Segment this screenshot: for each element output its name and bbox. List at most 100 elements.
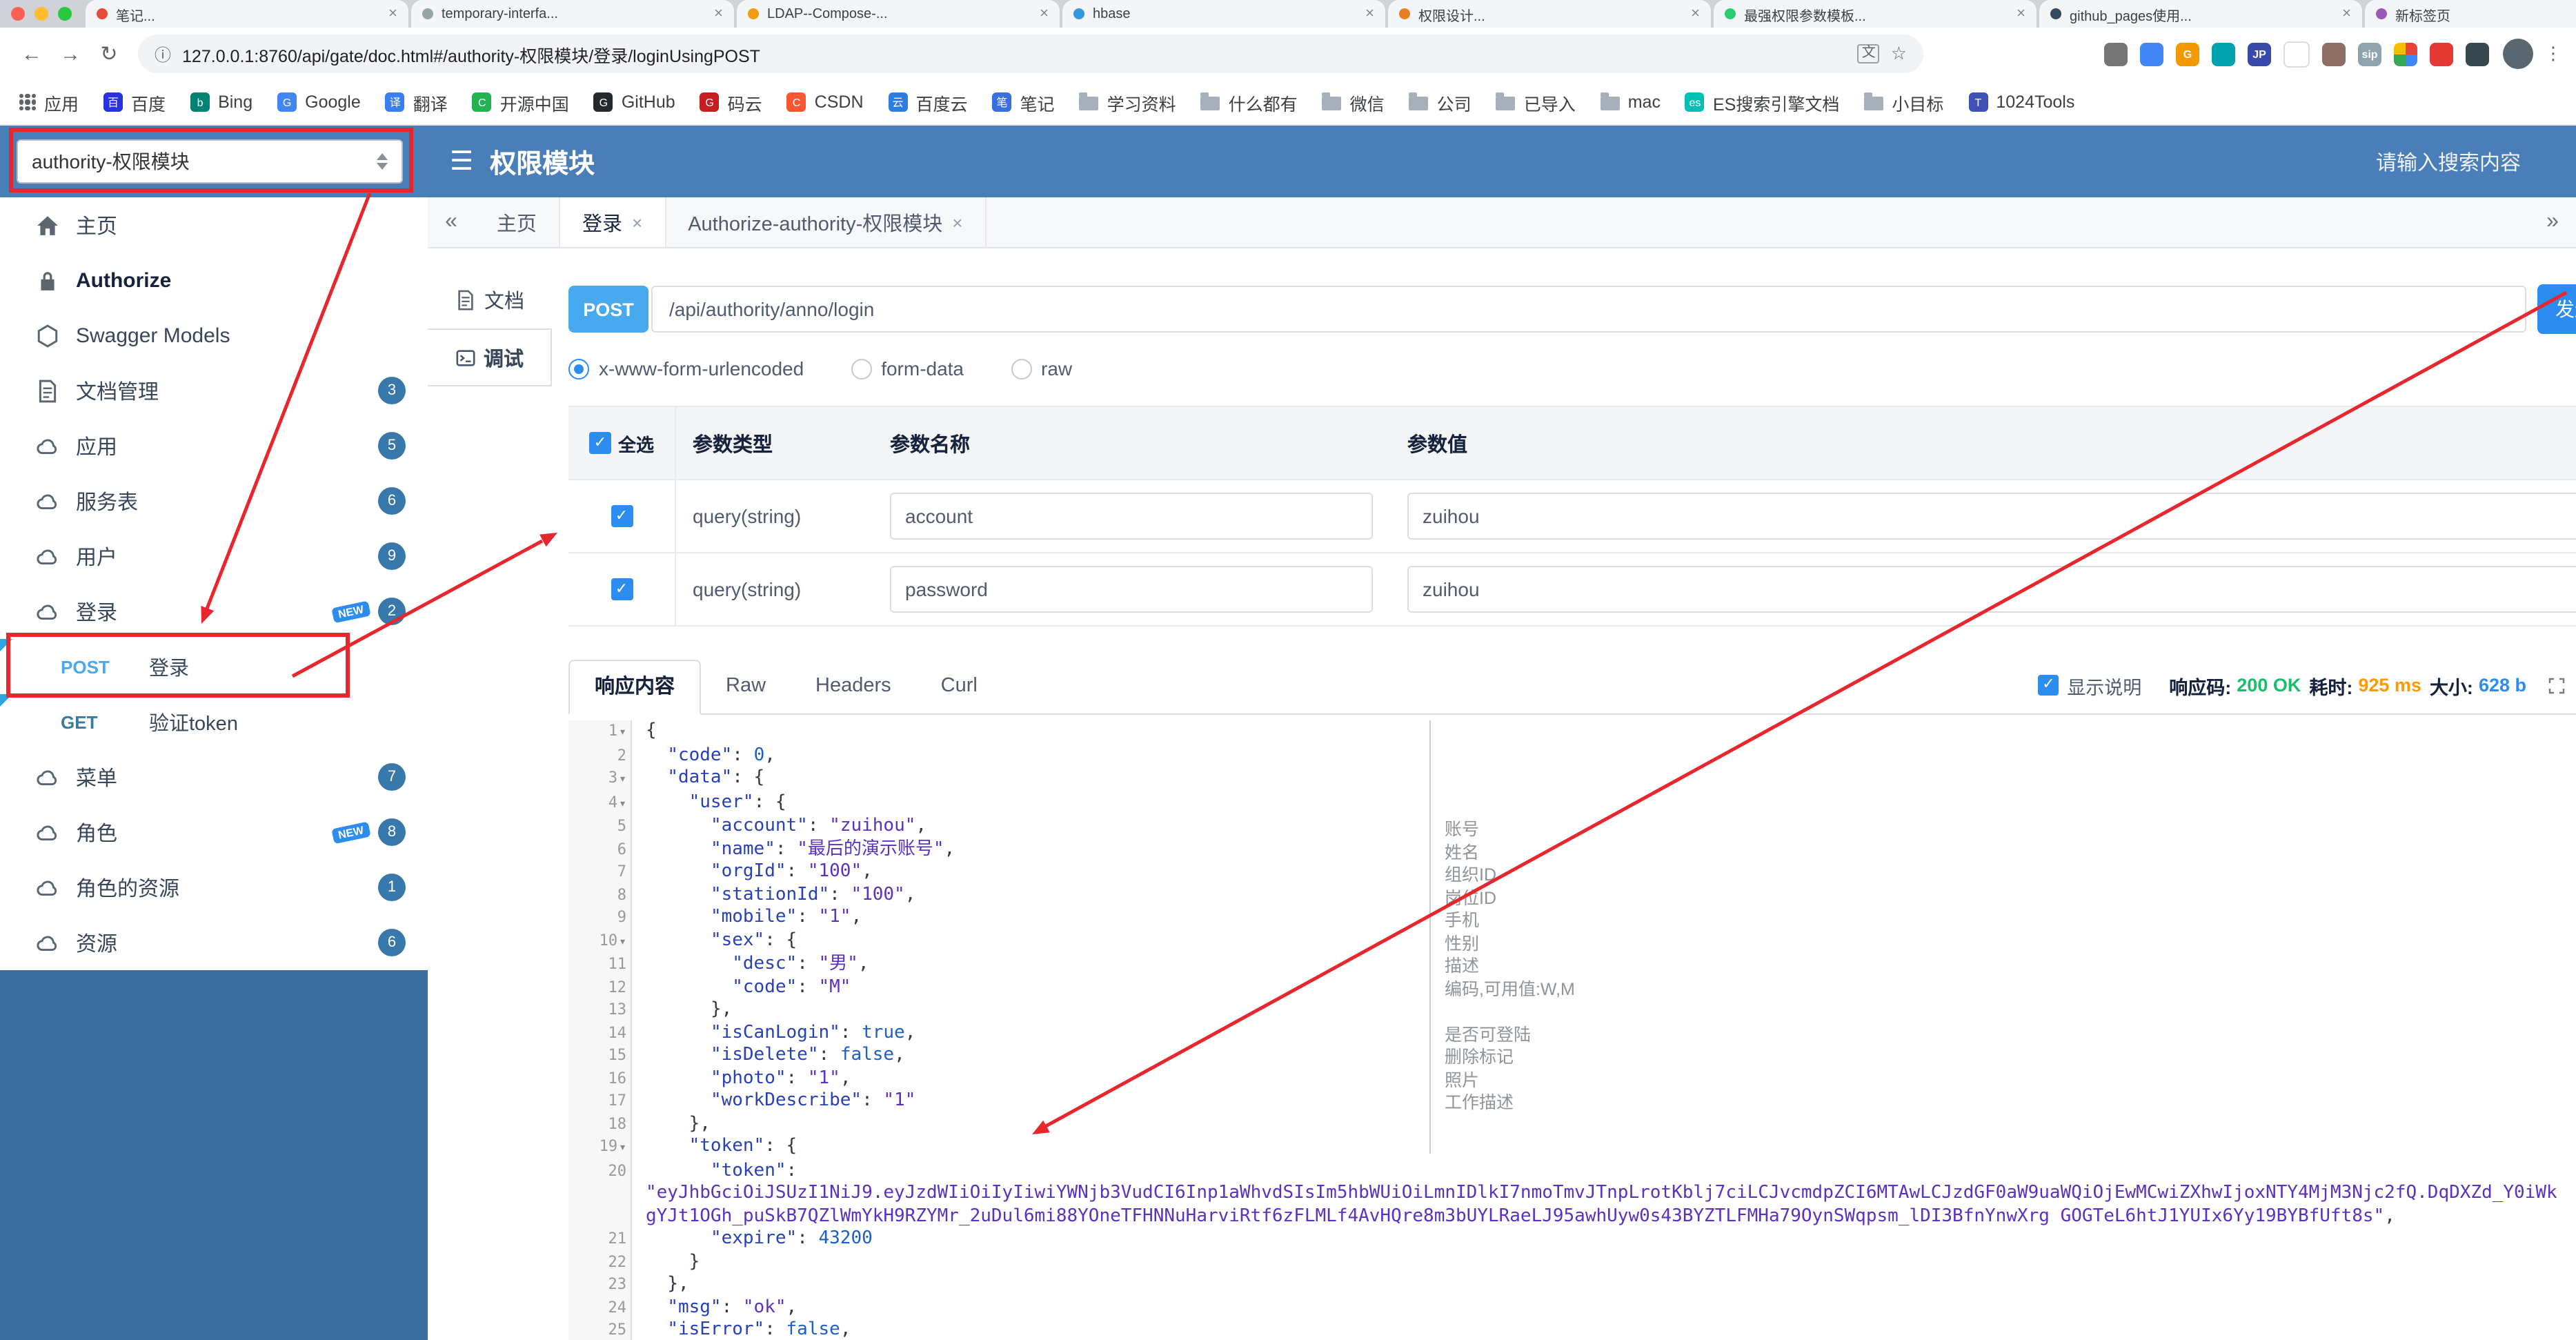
fold-caret-icon[interactable]: ▾: [619, 935, 626, 949]
tab-close-icon[interactable]: ×: [2017, 6, 2025, 22]
ext-ring-icon[interactable]: [2283, 41, 2310, 67]
rail-item-debug[interactable]: 调试: [428, 328, 552, 386]
menu-toggle-icon[interactable]: ☰: [450, 146, 473, 177]
bookmark-item[interactable]: b Bing: [190, 92, 252, 112]
ext-sip-icon[interactable]: sip: [2358, 42, 2381, 66]
radio-icon[interactable]: [1011, 358, 1032, 379]
radio-icon[interactable]: [851, 358, 872, 379]
bookmark-item[interactable]: G 码云: [700, 89, 762, 115]
address-bar[interactable]: ⓘ 127.0.0.1:8760/api/gate/doc.html#/auth…: [138, 35, 1923, 73]
bookmark-star-icon[interactable]: ☆: [1891, 43, 1907, 65]
tab-close-icon[interactable]: ×: [1040, 6, 1049, 22]
bookmark-item[interactable]: C CSDN: [786, 92, 864, 112]
sidebar-item[interactable]: 服务表 6: [0, 473, 428, 529]
tab-close-icon[interactable]: ×: [632, 212, 642, 233]
param-value-input[interactable]: [1407, 566, 2576, 613]
back-button[interactable]: ←: [14, 42, 50, 66]
tab-close-icon[interactable]: ×: [2342, 6, 2351, 22]
fold-caret-icon[interactable]: ▾: [619, 773, 626, 787]
tab-close-icon[interactable]: ×: [714, 6, 723, 22]
browser-tab[interactable]: hbase ×: [1062, 0, 1385, 28]
bookmark-item[interactable]: C 开源中国: [472, 89, 569, 115]
sidebar-item[interactable]: 角色的资源 1: [0, 860, 428, 915]
browser-menu-icon[interactable]: ⋮: [2544, 43, 2562, 65]
ext-red-ext-icon[interactable]: [2430, 42, 2453, 66]
ext-screenshot-icon[interactable]: [2104, 42, 2128, 66]
tab-close-icon[interactable]: ×: [952, 212, 962, 233]
site-info-icon[interactable]: ⓘ: [155, 42, 171, 66]
sidebar-item[interactable]: 应用 5: [0, 418, 428, 473]
ext-duck-icon[interactable]: [2212, 42, 2235, 66]
bookmark-item[interactable]: 笔笔记: [992, 89, 1055, 115]
header-search[interactable]: 请输入搜索内容: [2376, 147, 2521, 176]
bookmark-item[interactable]: es ES搜索引擎文档: [1685, 89, 1839, 115]
collapse-tabs-icon[interactable]: «: [428, 210, 475, 235]
bookmark-item[interactable]: 什么都有: [1200, 89, 1298, 115]
ext-dark-grid-icon[interactable]: [2466, 42, 2489, 66]
bookmark-item[interactable]: G Google: [277, 92, 361, 112]
sidebar-item[interactable]: 用户 9: [0, 529, 428, 584]
doc-tab[interactable]: 登录 ×: [560, 197, 666, 247]
bookmark-item[interactable]: T 1024Tools: [1968, 92, 2074, 112]
fold-caret-icon[interactable]: ▾: [619, 726, 626, 740]
response-tab[interactable]: Raw: [701, 658, 791, 713]
tab-close-icon[interactable]: ×: [1691, 6, 1700, 22]
sidebar-item[interactable]: 登录 NEW 2: [0, 584, 428, 639]
bookmark-item[interactable]: 译翻译: [385, 89, 448, 115]
browser-tab[interactable]: 笔记... ×: [86, 0, 408, 28]
doc-tab[interactable]: 主页: [475, 197, 560, 247]
sidebar-endpoint-get[interactable]: GET 验证token: [0, 694, 428, 749]
reload-button[interactable]: ↻: [91, 41, 127, 66]
radio-icon[interactable]: [568, 358, 589, 379]
bookmark-item[interactable]: 小目标: [1864, 89, 1943, 115]
expand-tabs-icon[interactable]: »: [2529, 210, 2576, 235]
bookmark-item[interactable]: mac: [1600, 92, 1661, 112]
browser-tab[interactable]: 权限设计... ×: [1388, 0, 1711, 28]
window-controls[interactable]: [11, 0, 72, 28]
sidebar-item[interactable]: 资源 6: [0, 915, 428, 970]
fold-caret-icon[interactable]: ▾: [619, 797, 626, 811]
sidebar-item[interactable]: Swagger Models: [0, 308, 428, 363]
ext-pinwheel-icon[interactable]: [2394, 42, 2417, 66]
close-window-icon[interactable]: [11, 7, 25, 21]
row-checkbox[interactable]: ✓: [611, 505, 633, 527]
response-tab[interactable]: Headers: [791, 658, 916, 713]
browser-tab[interactable]: 新标签页×: [2365, 0, 2576, 28]
row-checkbox[interactable]: ✓: [611, 578, 633, 600]
ext-jp-badge-icon[interactable]: JP: [2248, 42, 2271, 66]
bookmark-item[interactable]: G GitHub: [593, 92, 675, 112]
browser-tab[interactable]: 最强权限参数模板... ×: [1714, 0, 2037, 28]
response-tab[interactable]: Curl: [916, 658, 1002, 713]
bookmark-item[interactable]: 公司: [1409, 89, 1472, 115]
sidebar-item[interactable]: Authorize: [0, 253, 428, 308]
browser-tab[interactable]: temporary-interfa... ×: [411, 0, 734, 28]
param-name-input[interactable]: [890, 566, 1373, 613]
bookmark-item[interactable]: 云百度云: [888, 89, 968, 115]
request-path-input[interactable]: [651, 286, 2526, 333]
bookmark-item[interactable]: 微信: [1322, 89, 1385, 115]
select-all-checkbox[interactable]: ✓: [588, 432, 611, 454]
minimize-window-icon[interactable]: [34, 7, 48, 21]
sidebar-item[interactable]: 菜单 7: [0, 749, 428, 805]
content-type-option[interactable]: raw: [1011, 357, 1072, 380]
content-type-option[interactable]: x-www-form-urlencoded: [568, 357, 804, 380]
sidebar-item[interactable]: 文档管理 3: [0, 363, 428, 418]
param-name-input[interactable]: [890, 493, 1373, 540]
fullscreen-icon[interactable]: [2548, 677, 2565, 693]
tab-close-icon[interactable]: ×: [388, 6, 397, 22]
ext-shield-icon[interactable]: [2322, 42, 2346, 66]
sidebar-endpoint-post[interactable]: POST 登录: [0, 639, 428, 694]
tab-close-icon[interactable]: ×: [1365, 6, 1374, 22]
bookmark-item[interactable]: 百百度: [103, 89, 166, 115]
bookmark-item[interactable]: 应用: [19, 89, 79, 115]
ext-notes-icon[interactable]: [2140, 42, 2163, 66]
bookmark-item[interactable]: 已导入: [1496, 89, 1576, 115]
fold-caret-icon[interactable]: ▾: [619, 1141, 626, 1155]
maximize-window-icon[interactable]: [58, 7, 72, 21]
show-desc-checkbox[interactable]: ✓: [2038, 675, 2059, 696]
doc-tab[interactable]: Authorize-authority-权限模块 ×: [666, 197, 987, 247]
sidebar-item[interactable]: 角色 NEW 8: [0, 805, 428, 860]
param-value-input[interactable]: [1407, 493, 2576, 540]
rail-item-doc[interactable]: 文档: [428, 270, 552, 328]
ext-gmail-helper-icon[interactable]: G: [2176, 42, 2199, 66]
